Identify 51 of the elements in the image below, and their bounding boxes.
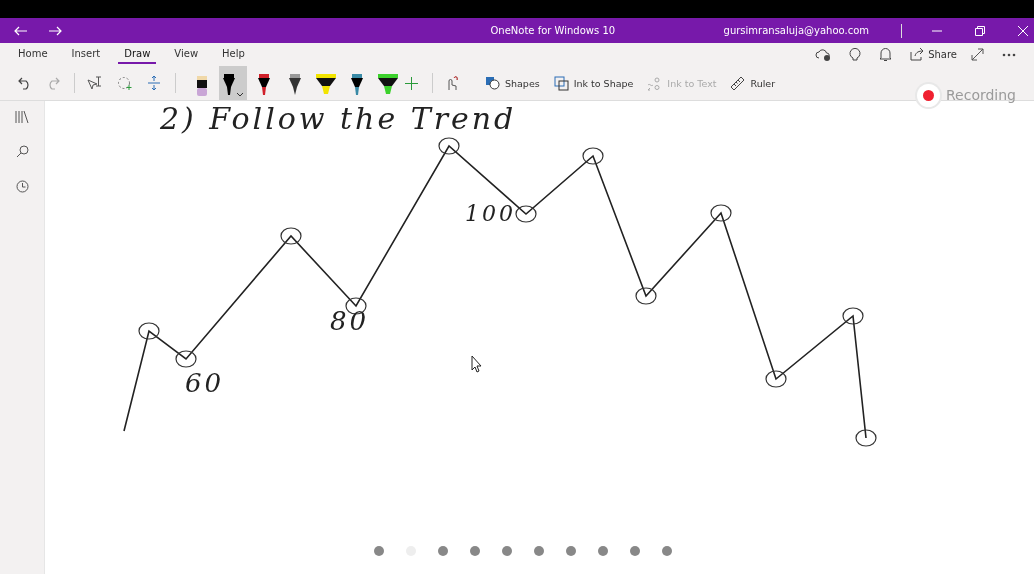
undo-icon[interactable]	[18, 76, 32, 90]
ruler-icon	[730, 75, 746, 91]
pen-button[interactable]	[219, 66, 247, 100]
bell-icon[interactable]	[879, 47, 893, 62]
type-select-icon[interactable]	[87, 76, 103, 90]
recording-label: Recording	[945, 87, 1016, 103]
more-icon[interactable]	[1002, 52, 1016, 57]
toolbar-button[interactable]: Ink to Shape	[551, 75, 636, 91]
search-icon[interactable]	[15, 145, 29, 158]
page-dot[interactable]	[374, 546, 384, 556]
restore-icon[interactable]	[975, 25, 985, 36]
expand-icon[interactable]	[971, 48, 984, 61]
ink-to-text-icon	[647, 75, 663, 91]
add-space-icon[interactable]	[147, 75, 161, 91]
mouse-pointer-icon	[471, 355, 482, 373]
account-email[interactable]: gursimransaluja@yahoo.com	[723, 25, 869, 36]
ribbon-tab[interactable]: Draw	[118, 45, 157, 64]
back-arrow-icon[interactable]	[14, 25, 28, 36]
touch-draw-icon[interactable]	[445, 75, 459, 91]
ribbon-tab[interactable]: Home	[12, 45, 54, 64]
page-dot[interactable]	[598, 546, 608, 556]
window-title: OneNote for Windows 10	[489, 25, 617, 36]
page-dot[interactable]	[630, 546, 640, 556]
cloud-sync-icon[interactable]	[815, 47, 832, 62]
recent-clock-icon[interactable]	[15, 180, 29, 193]
page-dot[interactable]	[502, 546, 512, 556]
page-dot[interactable]	[662, 546, 672, 556]
page-dot[interactable]	[438, 546, 448, 556]
ribbon-tab[interactable]: Help	[216, 45, 251, 64]
lightbulb-icon[interactable]	[849, 47, 862, 62]
share-button[interactable]: Share	[910, 48, 957, 61]
toolbar-button[interactable]: Ruler	[728, 75, 778, 91]
add-pen-icon[interactable]	[405, 76, 418, 90]
overlapping-squares-icon	[553, 75, 569, 91]
close-icon[interactable]	[1018, 25, 1028, 36]
caret-icon	[236, 92, 244, 97]
page-dot[interactable]	[566, 546, 576, 556]
forward-arrow-icon[interactable]	[48, 25, 62, 36]
handwritten-note: 80	[330, 306, 370, 336]
page-dot[interactable]	[470, 546, 480, 556]
notebooks-icon[interactable]	[15, 111, 29, 123]
ribbon-tab[interactable]: Insert	[65, 45, 107, 64]
handwritten-note: 2) Follow the Trend	[160, 101, 517, 136]
lasso-select-icon[interactable]	[117, 75, 133, 91]
handwritten-note: 60	[185, 368, 225, 398]
ribbon-tab[interactable]: View	[168, 45, 205, 64]
shapes-icon	[485, 76, 500, 90]
share-icon	[910, 48, 925, 61]
handwritten-note: 100	[465, 201, 516, 226]
page-dot[interactable]	[534, 546, 544, 556]
toolbar-button[interactable]: Shapes	[483, 76, 542, 90]
